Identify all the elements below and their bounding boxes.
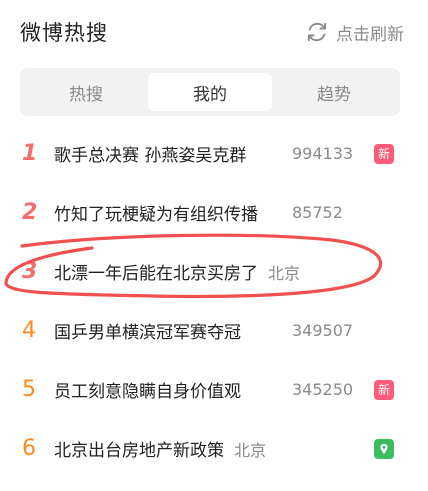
topic-text: 员工刻意隐瞒自身价值观 <box>54 382 241 402</box>
heat-value: 345250 <box>292 380 354 399</box>
topic-text: 歌手总决赛 孙燕姿吴克群 <box>54 146 247 166</box>
rank-number: 3 <box>22 259 38 284</box>
location-label: 北京 <box>234 440 267 460</box>
heat-value: 349507 <box>292 321 354 340</box>
refresh-icon <box>307 22 327 42</box>
location-pin-icon <box>374 438 394 459</box>
tab-trend[interactable]: 趋势 <box>272 73 396 111</box>
tab-hot[interactable]: 热搜 <box>24 73 148 111</box>
list-item[interactable]: 5 员工刻意隐瞒自身价值观 345250 新 <box>22 360 402 419</box>
topic-text: 北漂一年后能在北京买房了 <box>54 264 258 284</box>
tab-bar: 热搜 我的 趋势 <box>20 68 400 116</box>
rank-number: 1 <box>22 141 38 166</box>
refresh-label: 点击刷新 <box>336 24 404 45</box>
list-item[interactable]: 4 国乒男单横滨冠军赛夺冠 349507 <box>22 301 402 360</box>
hot-search-list: 1 歌手总决赛 孙燕姿吴克群 994133 新 2 竹知了玩梗疑为有组织传播 8… <box>22 124 402 478</box>
list-item[interactable]: 2 竹知了玩梗疑为有组织传播 85752 <box>22 183 402 242</box>
heat-value: 994133 <box>292 144 354 163</box>
tab-mine[interactable]: 我的 <box>148 73 272 111</box>
page-title: 微博热搜 <box>20 21 108 45</box>
list-item[interactable]: 6 北京出台房地产新政策 北京 <box>22 419 402 478</box>
topic-text: 北京出台房地产新政策 <box>54 441 224 461</box>
location-label: 北京 <box>268 263 301 283</box>
rank-number: 2 <box>22 200 38 225</box>
new-badge: 新 <box>374 379 394 400</box>
rank-number: 6 <box>22 436 36 461</box>
list-item[interactable]: 1 歌手总决赛 孙燕姿吴克群 994133 新 <box>22 124 402 183</box>
rank-number: 5 <box>22 377 36 402</box>
new-badge: 新 <box>374 143 394 164</box>
topic-text: 竹知了玩梗疑为有组织传播 <box>54 205 258 225</box>
heat-value: 85752 <box>292 203 343 222</box>
rank-number: 4 <box>22 318 36 343</box>
topic-text: 国乒男单横滨冠军赛夺冠 <box>54 323 241 343</box>
refresh-button[interactable]: 点击刷新 <box>304 19 404 45</box>
header: 微博热搜 点击刷新 <box>20 14 404 50</box>
list-item[interactable]: 3 北漂一年后能在北京买房了 北京 <box>22 242 402 301</box>
